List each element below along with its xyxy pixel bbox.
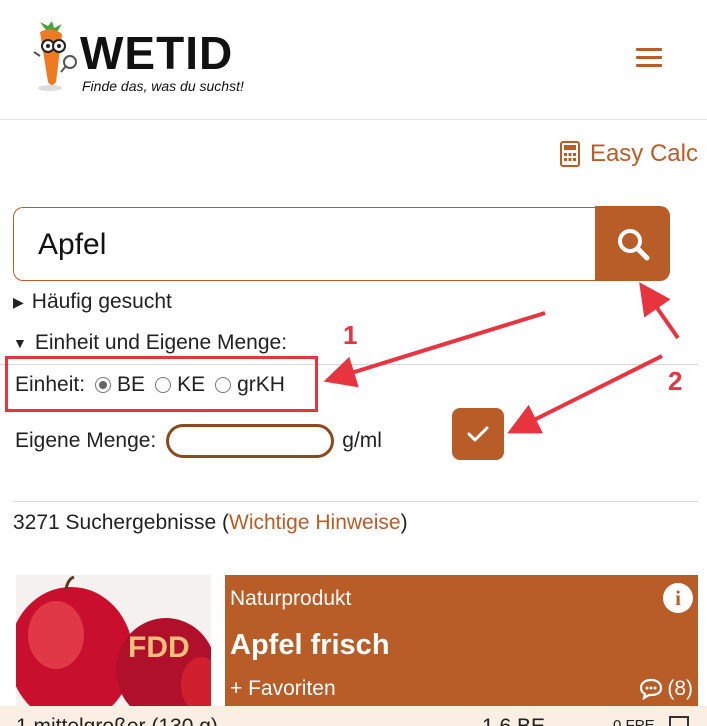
divider: [13, 501, 698, 502]
own-amount-row: Eigene Menge: g/ml: [15, 424, 382, 458]
info-icon[interactable]: i: [663, 583, 693, 613]
results-count-text: 3271 Suchergebnisse: [13, 511, 217, 534]
comment-icon: [640, 678, 663, 700]
search-field[interactable]: [13, 207, 597, 281]
comments-link[interactable]: (8): [639, 677, 693, 701]
unit-section-toggle[interactable]: ▼ Einheit und Eigene Menge:: [13, 331, 287, 355]
annotation-arrow-2b: [507, 354, 663, 434]
logo-subtitle: Finde das, was du suchst!: [82, 78, 244, 94]
carrot-mascot-icon[interactable]: [26, 22, 78, 92]
own-amount-unit: g/ml: [342, 429, 382, 452]
annotation-arrow-1: [323, 311, 546, 388]
add-portion-button[interactable]: [669, 716, 689, 726]
frequent-searches-toggle[interactable]: ▶ Häufig gesucht: [13, 290, 172, 314]
apple-engraving: FDD: [128, 631, 190, 664]
comments-count: (8): [667, 677, 693, 700]
annotation-number-1: 1: [343, 320, 358, 350]
triangle-down-icon: ▼: [13, 335, 27, 351]
annotation-number-2: 2: [668, 366, 683, 396]
apple-image[interactable]: FDD: [16, 575, 211, 706]
portion-label: 1 mittelgroßer (130 g): [16, 715, 218, 726]
easy-calc-label: Easy Calc: [589, 140, 698, 167]
own-amount-input[interactable]: [166, 424, 335, 458]
own-amount-label: Eigene Menge:: [15, 429, 157, 452]
search-button[interactable]: [595, 206, 670, 281]
important-notes-link[interactable]: Wichtige Hinweise: [229, 511, 401, 534]
product-type: Naturprodukt: [230, 587, 352, 610]
paren-open: (: [222, 511, 229, 534]
add-favorite-link[interactable]: + Favoriten: [230, 677, 336, 701]
frequent-searches-label: Häufig gesucht: [31, 290, 172, 313]
logo-title[interactable]: WETID: [80, 30, 233, 76]
portion-value: 1,6 BE: [482, 715, 545, 726]
easy-calc-link[interactable]: Easy Calc: [559, 140, 698, 168]
annotation-highlight-box: [5, 356, 318, 412]
calculator-icon: [559, 141, 580, 167]
portion-fpe: 0 FPE: [613, 717, 655, 726]
search-icon: [617, 228, 649, 260]
checkmark-icon: [467, 426, 489, 442]
paren-close: ): [400, 511, 408, 534]
result-card[interactable]: Naturprodukt i Apfel frisch + Favoriten …: [225, 575, 698, 706]
hamburger-icon[interactable]: [636, 48, 662, 68]
triangle-right-icon: ▶: [13, 293, 24, 310]
search-input[interactable]: [38, 226, 578, 264]
annotation-arrow-2a: [639, 282, 680, 340]
results-count: 3271 Suchergebnisse (Wichtige Hinweise): [13, 511, 408, 535]
unit-section-label: Einheit und Eigene Menge:: [34, 331, 288, 354]
portion-row: 1 mittelgroßer (130 g) 1,6 BE 0 FPE: [0, 706, 707, 726]
confirm-amount-button[interactable]: [452, 408, 504, 460]
product-title[interactable]: Apfel frisch: [230, 629, 390, 662]
site-header: WETID Finde das, was du suchst!: [0, 0, 707, 120]
